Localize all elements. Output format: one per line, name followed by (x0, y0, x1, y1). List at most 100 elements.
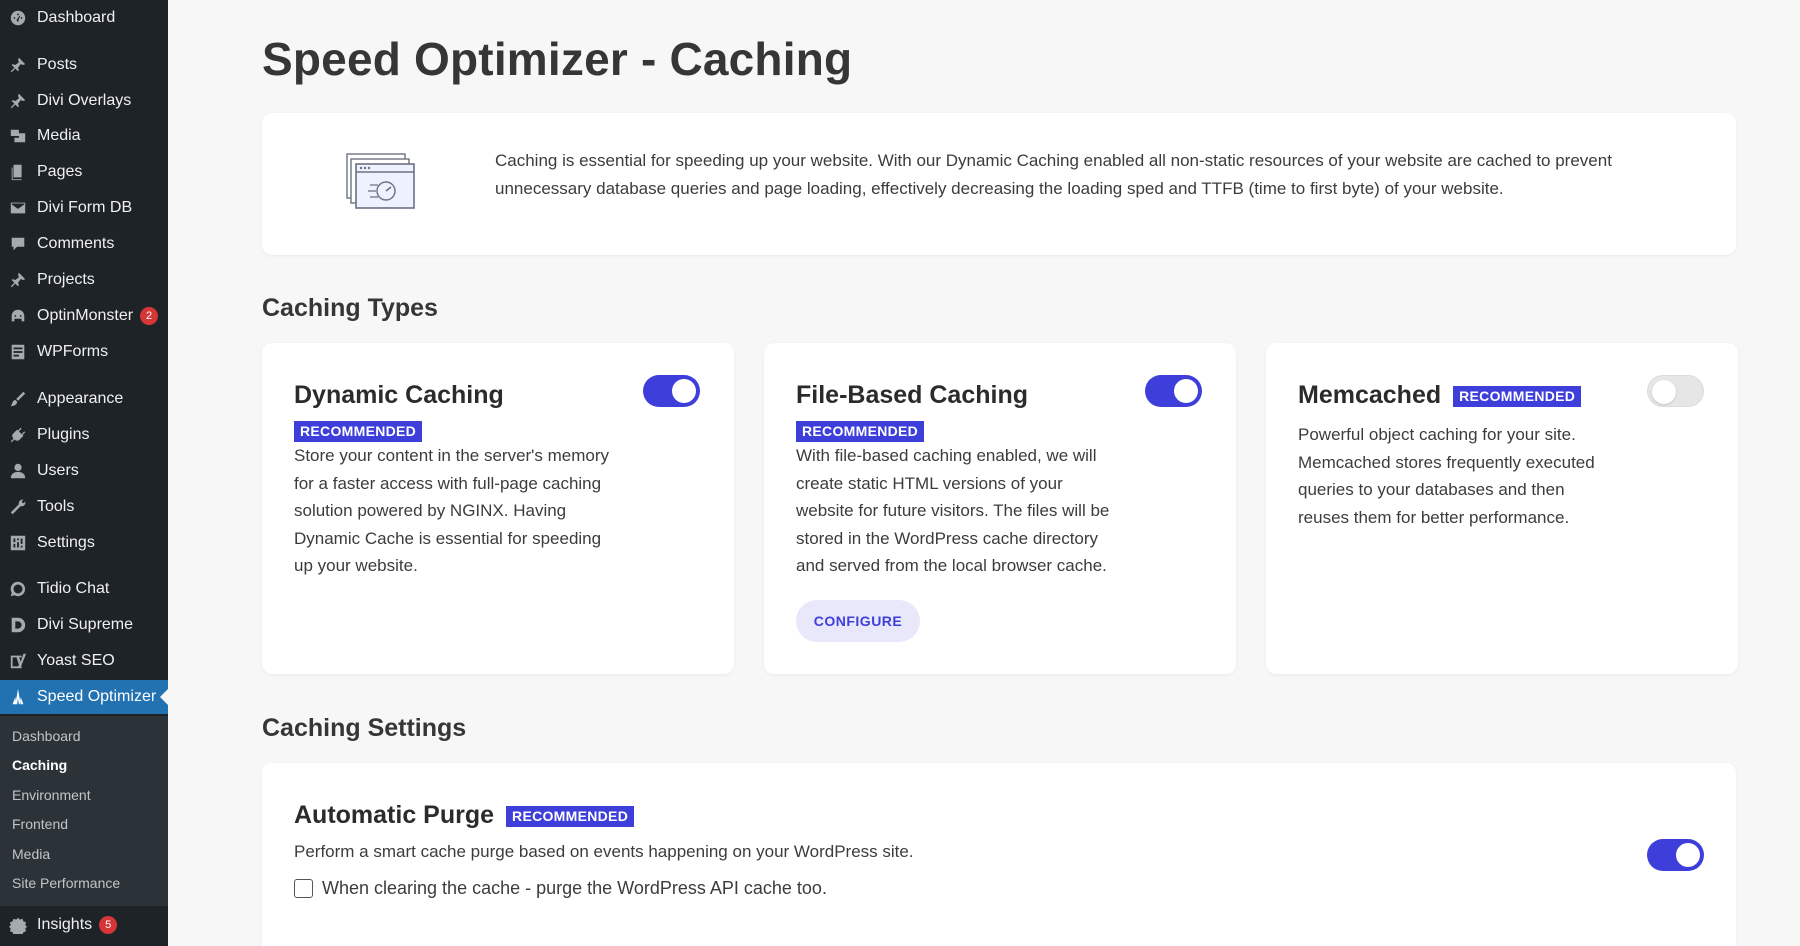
sidebar-item-label: Users (37, 462, 79, 479)
sidebar-item-label: Speed Optimizer (37, 688, 157, 705)
memcached-card: Memcached RECOMMENDED Powerful object ca… (1266, 343, 1738, 674)
sidebar-item-projects[interactable]: Projects (0, 263, 168, 297)
admin-sidebar: Dashboard Posts Divi Overlays Media Page… (0, 0, 168, 946)
sidebar-item-wpforms[interactable]: WPForms (0, 335, 168, 369)
file-based-caching-toggle[interactable] (1145, 375, 1202, 407)
yoast-icon (8, 651, 28, 671)
recommended-badge: RECOMMENDED (796, 421, 925, 442)
submenu-item-caching[interactable]: Caching (12, 754, 67, 776)
sidebar-item-label: Settings (37, 534, 95, 551)
submenu-item-frontend[interactable]: Frontend (12, 813, 68, 835)
sidebar-item-appearance[interactable]: Appearance (0, 382, 168, 416)
sidebar-item-insights[interactable]: Insights 5 (0, 908, 168, 942)
brush-icon (8, 389, 28, 409)
card-title: Automatic Purge (294, 801, 495, 829)
optinmonster-icon (8, 306, 28, 326)
submenu-item-dashboard[interactable]: Dashboard (12, 725, 81, 747)
recommended-badge: RECOMMENDED (506, 806, 635, 827)
user-icon (8, 461, 28, 481)
sidebar-item-media[interactable]: Media (0, 119, 168, 153)
sidebar-item-pages[interactable]: Pages (0, 155, 168, 189)
sidebar-item-label: Appearance (37, 390, 124, 407)
sidebar-item-divi-supreme[interactable]: Divi Supreme (0, 608, 168, 642)
caching-settings-title: Caching Settings (262, 714, 467, 742)
page-title: Speed Optimizer - Caching (262, 33, 853, 85)
card-title-row: Automatic Purge RECOMMENDED (294, 801, 635, 830)
card-title: Memcached (1298, 381, 1442, 409)
intro-card: Caching is essential for speeding up you… (262, 113, 1736, 255)
automatic-purge-card: Automatic Purge RECOMMENDED Perform a sm… (262, 763, 1736, 946)
card-description: Store your content in the server's memor… (294, 446, 610, 575)
memcached-toggle[interactable] (1647, 375, 1704, 407)
comment-icon (8, 234, 28, 254)
sidebar-item-plugins[interactable]: Plugins (0, 418, 168, 452)
sidebar-item-label: Plugins (37, 426, 90, 443)
sidebar-item-label: Divi Supreme (37, 616, 134, 633)
configure-button[interactable]: CONFIGURE (796, 600, 920, 642)
sidebar-item-yoast-seo[interactable]: Yoast SEO (0, 644, 168, 678)
submenu-item-media[interactable]: Media (12, 843, 50, 865)
card-description: With file-based caching enabled, we will… (796, 446, 1110, 575)
sidebar-item-label: Tidio Chat (37, 580, 110, 597)
sidebar-item-optinmonster[interactable]: OptinMonster 2 (0, 299, 168, 333)
dynamic-caching-toggle[interactable] (643, 375, 700, 407)
caching-types-title: Caching Types (262, 294, 438, 322)
submenu-item-site-performance[interactable]: Site Performance (12, 872, 120, 894)
pin-icon (8, 55, 28, 75)
sidebar-item-dashboard[interactable]: Dashboard (0, 1, 168, 35)
card-title-row: Memcached RECOMMENDED (1298, 381, 1582, 410)
divi-icon (8, 615, 28, 635)
toggle-knob (1676, 843, 1700, 867)
sidebar-item-comments[interactable]: Comments (0, 227, 168, 261)
sidebar-item-speed-optimizer[interactable]: Speed Optimizer (0, 680, 168, 714)
card-description: Powerful object caching for your site. M… (1298, 425, 1595, 527)
sidebar-item-label: WPForms (37, 343, 109, 360)
recommended-badge: RECOMMENDED (294, 421, 423, 442)
purge-api-cache-checkbox[interactable] (294, 879, 313, 898)
notification-badge: 2 (140, 307, 159, 325)
sidebar-item-label: Posts (37, 56, 78, 73)
speed-optimizer-submenu: Dashboard Caching Environment Frontend M… (0, 716, 168, 906)
dynamic-caching-card: Dynamic Caching RECOMMENDED Store your c… (262, 343, 734, 674)
sidebar-item-tools[interactable]: Tools (0, 490, 168, 524)
intro-description: Caching is essential for speeding up you… (495, 151, 1612, 198)
checkbox-label[interactable]: When clearing the cache - purge the Word… (322, 878, 827, 899)
file-based-caching-card: File-Based Caching RECOMMENDED With file… (764, 343, 1236, 674)
sidebar-item-divi-form-db[interactable]: Divi Form DB (0, 191, 168, 225)
settings-icon (8, 533, 28, 553)
sidebar-item-posts[interactable]: Posts (0, 48, 168, 82)
recommended-badge: RECOMMENDED (1453, 386, 1582, 407)
purge-api-cache-option: When clearing the cache - purge the Word… (294, 878, 827, 899)
pin-icon (8, 270, 28, 290)
card-description: Perform a smart cache purge based on eve… (294, 842, 914, 861)
sidebar-item-label: Dashboard (37, 9, 116, 26)
sidebar-item-label: Divi Overlays (37, 92, 132, 109)
mail-icon (8, 198, 28, 218)
pages-icon (8, 162, 28, 182)
sidebar-item-label: Projects (37, 271, 95, 288)
media-icon (8, 126, 28, 146)
submenu-item-environment[interactable]: Environment (12, 784, 91, 806)
sidebar-item-users[interactable]: Users (0, 454, 168, 488)
automatic-purge-toggle[interactable] (1647, 839, 1704, 871)
toggle-knob (1652, 380, 1676, 404)
dashboard-icon (8, 8, 28, 28)
sidebar-item-label: OptinMonster (37, 307, 134, 324)
sidebar-item-settings[interactable]: Settings (0, 526, 168, 560)
sidebar-item-label: Yoast SEO (37, 652, 115, 669)
card-title: File-Based Caching (796, 381, 1028, 409)
sidebar-item-label: Divi Form DB (37, 199, 133, 216)
card-title: Dynamic Caching (294, 381, 504, 409)
sidebar-item-divi-overlays[interactable]: Divi Overlays (0, 84, 168, 118)
sidebar-item-label: Media (37, 127, 81, 144)
pin-icon (8, 91, 28, 111)
sidebar-item-tidio-chat[interactable]: Tidio Chat (0, 572, 168, 606)
wrench-icon (8, 497, 28, 517)
caching-illustration-icon (346, 153, 415, 209)
notification-badge: 5 (99, 916, 118, 934)
toggle-knob (1174, 379, 1198, 403)
toggle-knob (672, 379, 696, 403)
forms-icon (8, 342, 28, 362)
sidebar-item-label: Insights (37, 916, 93, 933)
plug-icon (8, 425, 28, 445)
